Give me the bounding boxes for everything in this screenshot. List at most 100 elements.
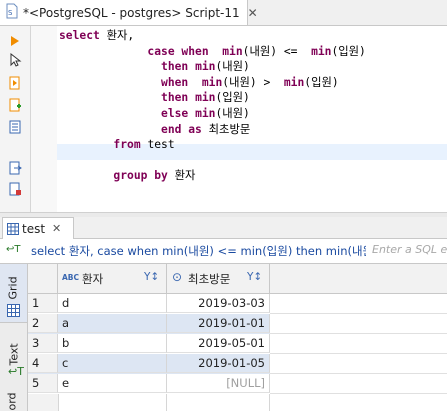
sql-keyword: min bbox=[195, 60, 216, 74]
results-tab-label: test bbox=[22, 221, 46, 236]
sql-keyword: min bbox=[201, 75, 223, 89]
table-row[interactable]: 3 b 2019-05-01 bbox=[28, 334, 447, 354]
tab-record-label: Record bbox=[6, 389, 19, 411]
grid-icon bbox=[7, 304, 20, 317]
execute-icon[interactable] bbox=[8, 34, 22, 48]
filter-query-text: select 환자, case when min(내원) <= min(입원) … bbox=[31, 244, 366, 258]
date-type-icon: ⊙ bbox=[172, 270, 183, 284]
cell-patient[interactable]: d bbox=[58, 294, 167, 313]
grid-empty-col-2 bbox=[269, 394, 270, 411]
column-name: 최초방문 bbox=[188, 272, 231, 286]
table-icon bbox=[7, 222, 19, 235]
tab-text[interactable]: Text ↩T bbox=[0, 332, 27, 384]
sql-text: test bbox=[140, 138, 175, 152]
table-row[interactable]: 4 c 2019-01-05 bbox=[28, 354, 447, 374]
sql-script-icon: S bbox=[5, 3, 19, 22]
row-filler bbox=[270, 374, 447, 394]
explain-plan-icon[interactable] bbox=[8, 120, 22, 134]
row-filler bbox=[270, 334, 447, 354]
cell-patient[interactable]: a bbox=[58, 314, 167, 333]
sql-text: (내원) > bbox=[222, 75, 284, 89]
row-filler bbox=[270, 314, 447, 334]
tab-record[interactable]: Record bbox=[0, 389, 27, 411]
grid-header-filler bbox=[270, 264, 447, 294]
row-number: 2 bbox=[28, 314, 58, 333]
sql-keyword: min bbox=[283, 75, 305, 89]
sql-keyword: from bbox=[113, 138, 141, 152]
cell-first-visit[interactable]: 2019-01-01 bbox=[167, 314, 270, 333]
row-number: 4 bbox=[28, 354, 58, 373]
tab-grid[interactable]: Grid bbox=[0, 264, 27, 323]
sql-text: (내원) <= bbox=[242, 44, 312, 58]
editor-tab-script-11[interactable]: S *<PostgreSQL - postgres> Script-11 ✕ bbox=[0, 0, 258, 25]
load-script-icon[interactable] bbox=[8, 161, 22, 175]
table-row[interactable]: 2 a 2019-01-01 bbox=[28, 314, 447, 334]
text-icon: ↩T bbox=[8, 365, 24, 378]
table-row[interactable]: 5 e [NULL] bbox=[28, 374, 447, 394]
sql-keyword: as bbox=[188, 122, 202, 136]
sort-filter-icon[interactable]: Y↕ bbox=[247, 271, 262, 283]
row-filler bbox=[270, 294, 447, 314]
execute-script-icon[interactable] bbox=[8, 76, 22, 90]
results-grid[interactable]: ABC 환자 Y↕ ⊙ 최초방문 Y↕ 1 d 2019-03-03 2 a 2… bbox=[28, 264, 447, 411]
row-number: 1 bbox=[28, 294, 58, 313]
execute-new-tab-icon[interactable] bbox=[8, 98, 22, 112]
sql-keyword: min bbox=[195, 106, 216, 120]
sql-keyword: when bbox=[161, 75, 189, 89]
line-gutter bbox=[31, 26, 57, 212]
svg-text:S: S bbox=[8, 9, 13, 17]
sql-keyword: min bbox=[195, 91, 216, 105]
cell-patient[interactable]: e bbox=[58, 374, 167, 393]
sql-keyword: select bbox=[59, 29, 100, 42]
sort-filter-icon[interactable]: Y↕ bbox=[144, 271, 159, 283]
sql-text: (입원) bbox=[331, 44, 366, 58]
sql-keyword: group by bbox=[113, 169, 168, 183]
editor-toolbar bbox=[0, 26, 31, 212]
sql-keyword: then bbox=[161, 91, 189, 105]
column-header-patient[interactable]: ABC 환자 Y↕ bbox=[58, 264, 167, 294]
cell-first-visit[interactable]: [NULL] bbox=[167, 374, 270, 393]
grid-empty-col-1 bbox=[166, 394, 167, 411]
editor-tab-bar: S *<PostgreSQL - postgres> Script-11 ✕ bbox=[0, 0, 447, 26]
filter-input[interactable]: Enter a SQL e bbox=[372, 243, 447, 256]
sql-keyword: else bbox=[161, 106, 189, 120]
row-filler bbox=[270, 354, 447, 374]
results-tab-test[interactable]: test ✕ bbox=[2, 217, 74, 239]
cell-patient[interactable]: b bbox=[58, 334, 167, 353]
sql-keyword: case when bbox=[147, 44, 209, 58]
presentation-tabs: Grid Text ↩T Record bbox=[0, 264, 28, 411]
cell-first-visit[interactable]: 2019-05-01 bbox=[167, 334, 270, 353]
sql-keyword: min bbox=[311, 44, 332, 58]
sql-editor[interactable]: select 환자, case when min(내원) <= min(입원) … bbox=[57, 26, 447, 212]
sql-code[interactable]: select 환자, case when min(내원) <= min(입원) … bbox=[59, 28, 366, 184]
text-type-icon: ABC bbox=[62, 273, 80, 282]
sql-text: (내원) bbox=[215, 106, 250, 120]
table-row[interactable]: 1 d 2019-03-03 bbox=[28, 294, 447, 314]
cell-first-visit[interactable]: 2019-03-03 bbox=[167, 294, 270, 313]
grid-empty-area bbox=[28, 394, 59, 411]
row-number: 5 bbox=[28, 374, 58, 393]
column-name: 환자 bbox=[82, 272, 104, 286]
export-script-icon[interactable] bbox=[8, 182, 22, 196]
row-number: 3 bbox=[28, 334, 58, 353]
close-icon[interactable]: ✕ bbox=[52, 222, 61, 235]
pointer-icon[interactable] bbox=[8, 53, 22, 67]
results-tab-bar: test ✕ bbox=[0, 217, 447, 239]
cell-first-visit[interactable]: 2019-01-05 bbox=[167, 354, 270, 373]
tab-grid-label: Grid bbox=[6, 276, 20, 300]
sql-text: (입원) bbox=[304, 75, 339, 89]
sql-text: 환자, bbox=[99, 29, 135, 42]
column-header-first-visit[interactable]: ⊙ 최초방문 Y↕ bbox=[167, 264, 270, 294]
close-icon[interactable]: ✕ bbox=[248, 6, 258, 20]
filter-toggle-icon[interactable]: ↩T bbox=[6, 244, 21, 255]
cell-patient[interactable]: c bbox=[58, 354, 167, 373]
